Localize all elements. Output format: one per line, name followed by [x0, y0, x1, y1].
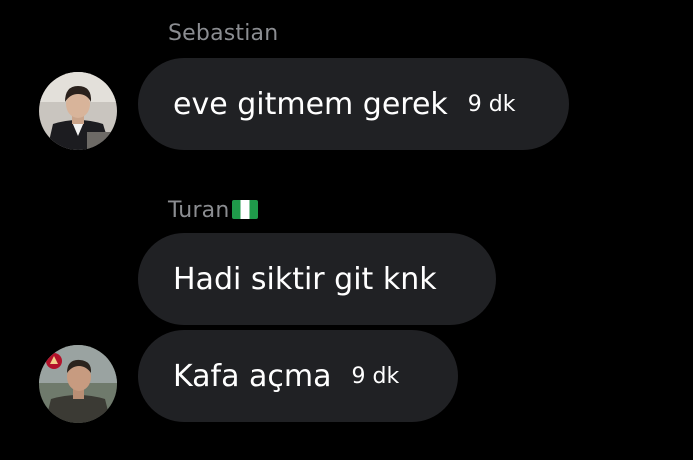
avatar-sebastian[interactable] — [39, 72, 117, 150]
avatar-turan-photo — [39, 345, 117, 423]
sender-name-text: Turan — [168, 198, 230, 223]
message-bubble[interactable]: eve gitmem gerek 9 dk — [138, 58, 569, 150]
message-timestamp: 9 dk — [351, 363, 400, 389]
message-timestamp: 9 dk — [467, 91, 516, 117]
message-bubble[interactable]: Kafa açma 9 dk — [138, 330, 458, 422]
sender-name-sebastian: Sebastian — [168, 21, 279, 46]
message-text: Kafa açma — [173, 358, 332, 394]
avatar-sebastian-photo — [39, 72, 117, 150]
avatar-turan[interactable] — [39, 345, 117, 423]
sender-name-turan: Turan — [168, 198, 258, 223]
message-text: eve gitmem gerek — [173, 86, 448, 122]
message-text: Hadi siktir git knk — [173, 261, 437, 297]
message-bubble[interactable]: Hadi siktir git knk — [138, 233, 496, 325]
nigeria-flag-icon — [231, 200, 258, 219]
